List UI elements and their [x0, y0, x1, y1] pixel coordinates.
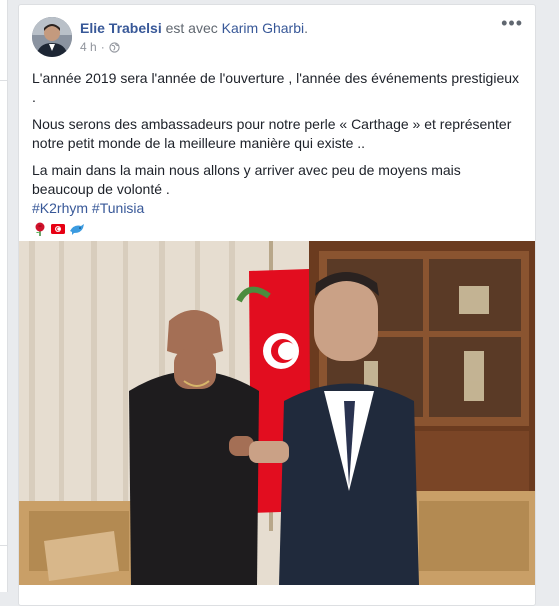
left-column-edge	[0, 0, 8, 592]
post-header: Elie Trabelsi est avec Karim Gharbi.	[80, 20, 308, 36]
post-photo[interactable]	[19, 241, 535, 585]
post-meta: 4 h ·	[80, 40, 120, 54]
meta-separator: ·	[100, 40, 105, 54]
dolphin-emoji	[70, 224, 84, 235]
post-paragraph-3: La main dans la main nous allons y arriv…	[32, 162, 461, 197]
timestamp-link[interactable]: 4 h	[80, 40, 97, 54]
post-paragraph-2: Nous serons des ambassadeurs pour notre …	[32, 116, 512, 151]
post-paragraph-1: L'année 2019 sera l'année de l'ouverture…	[32, 70, 520, 105]
tunisia-flag-emoji	[51, 224, 65, 234]
hashtags: #K2rhym #Tunisia	[32, 199, 522, 218]
more-options-icon[interactable]: •••	[501, 14, 523, 32]
with-text: est avec	[165, 20, 218, 36]
hashtag-link[interactable]: #K2rhym	[32, 200, 88, 216]
author-name-link[interactable]: Elie Trabelsi	[80, 20, 162, 36]
post-body: L'année 2019 sera l'année de l'ouverture…	[32, 69, 522, 238]
post-card: Elie Trabelsi est avec Karim Gharbi. 4 h…	[18, 4, 536, 606]
globe-icon[interactable]	[109, 41, 120, 53]
rose-emoji	[35, 222, 45, 236]
hashtag-link[interactable]: #Tunisia	[92, 200, 144, 216]
tagged-person-link[interactable]: Karim Gharbi	[222, 20, 304, 36]
left-column-block	[0, 175, 7, 546]
photo-scene	[19, 241, 535, 585]
tagged-suffix: .	[304, 20, 308, 36]
left-column-block	[0, 0, 7, 81]
emoji-row	[32, 220, 522, 238]
avatar[interactable]	[32, 17, 72, 57]
